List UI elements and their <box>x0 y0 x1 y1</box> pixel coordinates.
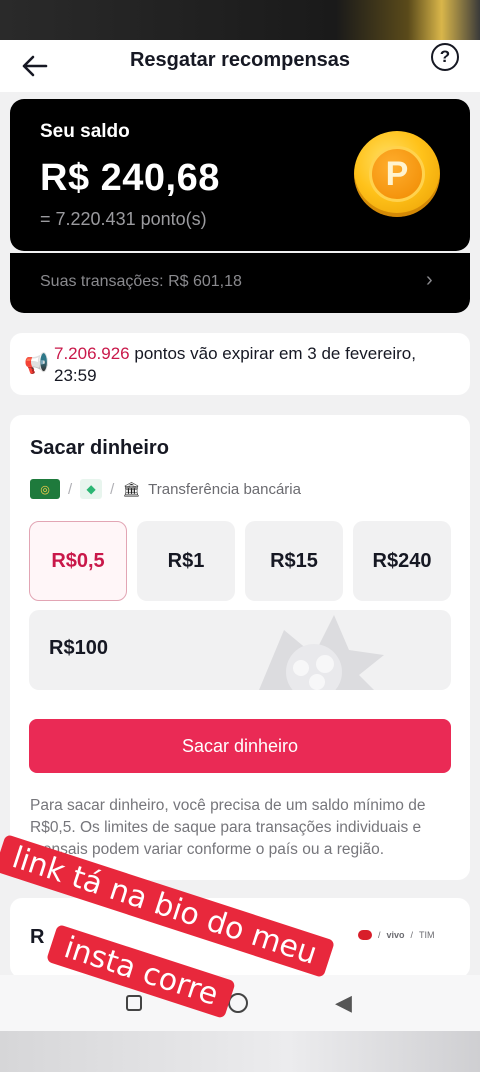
amount-option-1[interactable]: R$1 <box>137 521 235 601</box>
expiring-points: 7.206.926 <box>54 344 130 363</box>
chevron-right-icon: › <box>426 269 433 291</box>
transactions-row[interactable]: Suas transações: R$ 601,18 › <box>10 253 470 313</box>
amount-option-240[interactable]: R$240 <box>353 521 451 601</box>
amount-option-15[interactable]: R$15 <box>245 521 343 601</box>
top-status-strip <box>0 0 480 40</box>
claro-icon <box>358 930 372 940</box>
notice-text: 7.206.926 pontos vão expirar em 3 de fev… <box>54 343 454 387</box>
separator: / <box>68 480 73 498</box>
amount-option-0-5[interactable]: R$0,5 <box>29 521 127 601</box>
amount-option-100-label: R$100 <box>49 637 108 659</box>
pix-icon: ◎ <box>30 479 60 499</box>
transactions-label: Suas transações: R$ 601,18 <box>40 273 242 290</box>
withdraw-title: Sacar dinheiro <box>30 437 169 459</box>
balance-amount: R$ 240,68 <box>40 157 220 199</box>
separator: / <box>378 930 381 940</box>
carrier-vivo: vivo <box>386 930 405 940</box>
carrier-logos: / vivo / TIM <box>358 930 435 940</box>
amount-option-100[interactable]: R$100 <box>29 610 451 690</box>
withdraw-card: Sacar dinheiro ◎ / ◆ / 🏛 Transferência b… <box>10 415 470 880</box>
diamond-icon: ◆ <box>80 479 103 499</box>
coin-letter: P <box>369 146 425 202</box>
coin-icon: P <box>354 131 440 217</box>
bank-icon: 🏛 <box>122 480 141 497</box>
carrier-tim: TIM <box>419 930 435 940</box>
bank-transfer-label: Transferência bancária <box>148 480 301 498</box>
separator: / <box>410 930 414 940</box>
balance-points: = 7.220.431 ponto(s) <box>40 209 207 229</box>
balance-label: Seu saldo <box>40 121 130 142</box>
separator: / <box>110 480 115 498</box>
megaphone-icon: 📢 <box>24 353 49 375</box>
splash-decoration-icon <box>259 615 384 690</box>
withdraw-button[interactable]: Sacar dinheiro <box>29 719 451 773</box>
help-button[interactable]: ? <box>431 43 459 71</box>
page-title: Resgatar recompensas <box>129 49 351 71</box>
promo-overlay: link tá na bio do meu insta corre <box>0 828 336 1048</box>
app-header: Resgatar recompensas ? <box>0 40 480 92</box>
payment-methods: ◎ / ◆ / 🏛 Transferência bancária <box>30 479 301 499</box>
expiry-notice: 📢 7.206.926 pontos vão expirar em 3 de f… <box>10 333 470 395</box>
nav-back-icon[interactable]: ◀ <box>335 990 352 1016</box>
question-icon: ? <box>439 47 451 66</box>
balance-card: Seu saldo R$ 240,68 = 7.220.431 ponto(s)… <box>10 99 470 251</box>
